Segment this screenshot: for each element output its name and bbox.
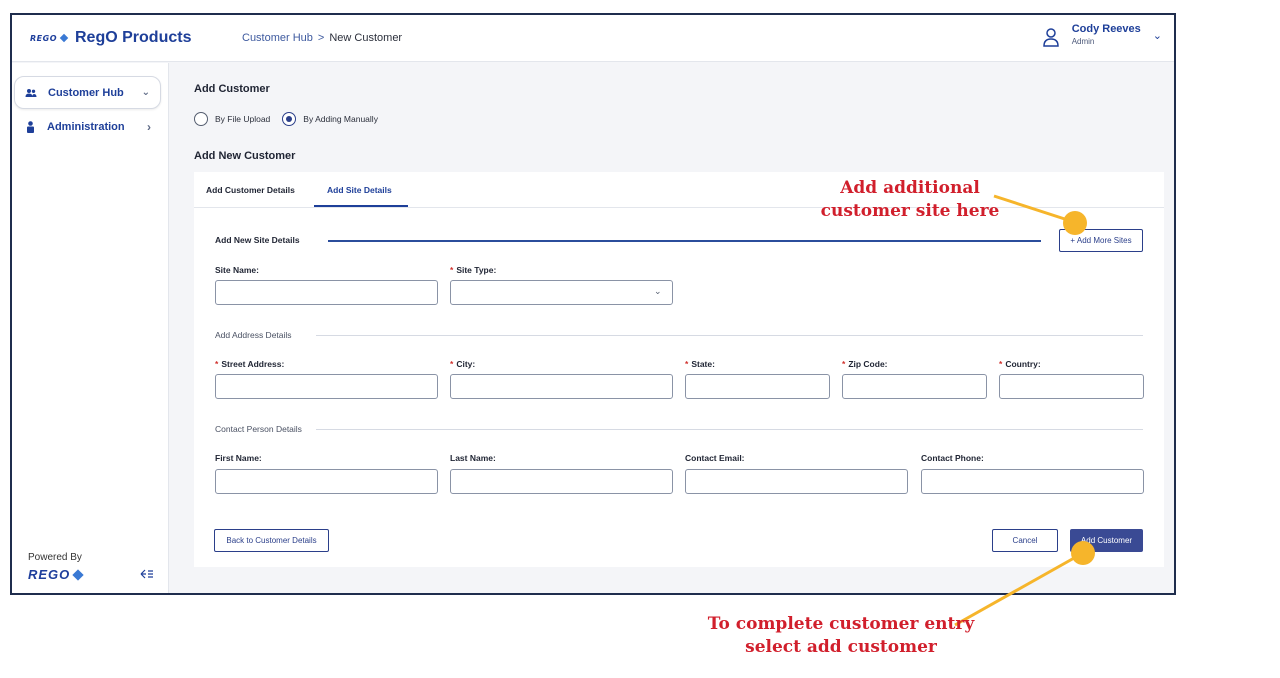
user-role: Admin (1071, 37, 1095, 46)
required-mark: * (215, 359, 219, 369)
state-input[interactable] (685, 374, 830, 399)
site-type-label: * Site Type: (450, 265, 496, 275)
sidebar-item-customer-hub[interactable]: Customer Hub ⌄ (14, 76, 161, 109)
top-bar: REGO RegO Products Customer Hub > New Cu… (12, 15, 1174, 62)
required-mark: * (450, 265, 454, 275)
site-section-title: Add New Site Details (215, 235, 300, 245)
city-label-text: City: (456, 359, 476, 369)
chevron-down-icon: ⌄ (654, 286, 662, 296)
entry-mode-radio-group: By File Upload By Adding Manually (194, 112, 390, 126)
brand[interactable]: REGO RegO Products (30, 29, 222, 47)
contact-email-input[interactable] (685, 469, 908, 494)
brand-title: RegO Products (75, 29, 192, 46)
app-window: REGO RegO Products Customer Hub > New Cu… (10, 13, 1176, 595)
person-icon (23, 120, 37, 133)
street-address-input[interactable] (215, 374, 438, 399)
first-name-label: First Name: (215, 453, 262, 463)
back-to-customer-details-button[interactable]: Back to Customer Details (214, 529, 329, 552)
customer-form-card: Add Customer Details Add Site Details Ad… (194, 172, 1164, 567)
zip-code-label-text: Zip Code: (848, 359, 888, 369)
contact-section-title: Contact Person Details (215, 424, 302, 434)
section-divider (316, 335, 1143, 336)
site-type-select[interactable] (450, 280, 673, 305)
street-address-label-text: Street Address: (221, 359, 285, 369)
last-name-input[interactable] (450, 469, 673, 494)
breadcrumb-customer-hub[interactable]: Customer Hub (242, 32, 313, 44)
cancel-button[interactable]: Cancel (992, 529, 1058, 552)
country-label-text: Country: (1005, 359, 1041, 369)
user-name: Cody Reeves (1071, 23, 1141, 35)
brand-diamond-icon (59, 33, 69, 43)
rego-logo-text: REGO (28, 567, 71, 582)
user-icon (1042, 28, 1059, 47)
sidebar-item-label: Administration (47, 120, 125, 133)
site-name-input[interactable] (215, 280, 438, 305)
add-customer-button[interactable]: Add Customer (1070, 529, 1143, 552)
powered-by-label: Powered By (28, 552, 82, 563)
state-label: * State: (685, 359, 715, 369)
contact-email-label: Contact Email: (685, 453, 745, 463)
tab-add-customer-details[interactable]: Add Customer Details (206, 185, 295, 195)
address-section-title: Add Address Details (215, 330, 292, 340)
users-icon (24, 88, 38, 98)
annotation-add-customer: To complete customer entry select add cu… (707, 614, 975, 657)
country-input[interactable] (999, 374, 1144, 399)
chevron-down-icon: ⌄ (141, 87, 150, 98)
user-menu[interactable]: Cody Reeves Admin ⌄ (1042, 23, 1162, 47)
radio-adding-manually[interactable] (282, 112, 297, 126)
annotation-add-sites: Add additional customer site here (820, 178, 1000, 221)
collapse-sidebar-icon[interactable] (140, 569, 154, 582)
tab-add-site-details[interactable]: Add Site Details (327, 185, 392, 195)
radio-file-upload[interactable] (194, 112, 208, 126)
chevron-down-icon[interactable]: ⌄ (1153, 29, 1162, 42)
main-content: Add Customer By File Upload By Adding Ma… (170, 63, 1174, 593)
site-name-label: Site Name: (215, 265, 259, 275)
required-mark: * (999, 359, 1003, 369)
radio-adding-manually-label[interactable]: By Adding Manually (303, 114, 378, 124)
required-mark: * (685, 359, 689, 369)
active-tab-indicator (314, 205, 408, 207)
add-customer-heading: Add Customer (194, 83, 270, 95)
sidebar-item-label: Customer Hub (48, 86, 124, 99)
first-name-input[interactable] (215, 469, 438, 494)
rego-logo: REGO (28, 567, 84, 582)
street-address-label: * Street Address: (215, 359, 284, 369)
sidebar: Customer Hub ⌄ Administration › Powered … (12, 63, 169, 593)
city-label: * City: (450, 359, 475, 369)
radio-file-upload-label[interactable]: By File Upload (215, 114, 270, 124)
contact-phone-input[interactable] (921, 469, 1144, 494)
chevron-right-icon: › (147, 119, 151, 134)
section-divider (316, 429, 1143, 430)
brand-logo-mark: REGO (30, 33, 57, 43)
required-mark: * (842, 359, 846, 369)
required-mark: * (450, 359, 454, 369)
section-divider (328, 240, 1041, 242)
zip-code-label: * Zip Code: (842, 359, 888, 369)
add-new-customer-heading: Add New Customer (194, 150, 296, 162)
breadcrumb-separator: > (317, 32, 325, 44)
site-type-label-text: Site Type: (456, 265, 497, 275)
state-label-text: State: (691, 359, 715, 369)
breadcrumb: Customer Hub > New Customer (242, 32, 402, 44)
last-name-label: Last Name: (450, 453, 496, 463)
rego-diamond-icon (72, 568, 84, 581)
breadcrumb-new-customer: New Customer (329, 32, 403, 44)
sidebar-item-administration[interactable]: Administration › (14, 110, 161, 143)
city-input[interactable] (450, 374, 673, 399)
country-label: * Country: (999, 359, 1041, 369)
zip-code-input[interactable] (842, 374, 987, 399)
contact-phone-label: Contact Phone: (921, 453, 984, 463)
add-more-sites-button[interactable]: + Add More Sites (1059, 229, 1143, 252)
